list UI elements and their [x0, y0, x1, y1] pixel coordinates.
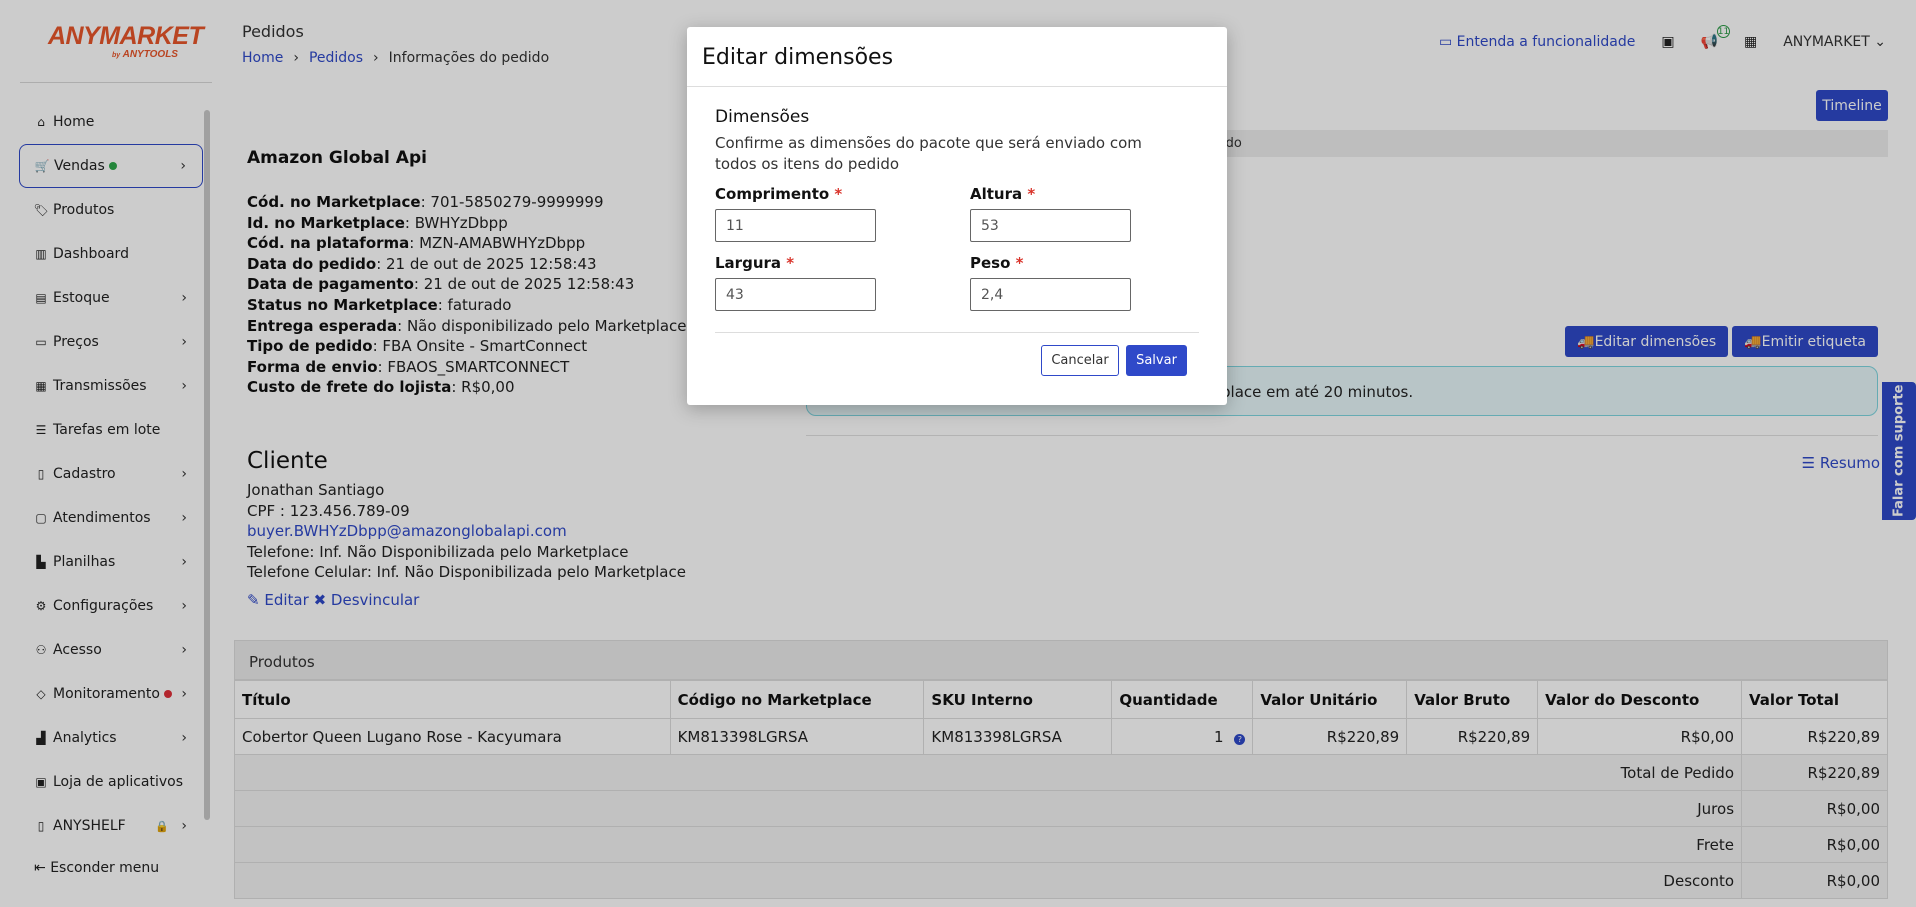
weight-input[interactable]	[970, 278, 1131, 311]
weight-field: Peso *	[970, 254, 1132, 311]
length-field: Comprimento *	[715, 185, 877, 242]
modal-section-title: Dimensões	[715, 107, 810, 127]
modal-footer-divider	[715, 332, 1199, 333]
edit-dimensions-modal: Editar dimensões Dimensões Confirme as d…	[687, 27, 1227, 405]
width-field: Largura *	[715, 254, 877, 311]
width-label: Largura *	[715, 254, 795, 272]
length-label: Comprimento *	[715, 185, 843, 203]
modal-body: Dimensões Confirme as dimensões do pacot…	[715, 107, 1199, 175]
width-input[interactable]	[715, 278, 876, 311]
weight-label: Peso *	[970, 254, 1024, 272]
cancel-button[interactable]: Cancelar	[1041, 345, 1119, 376]
height-field: Altura *	[970, 185, 1132, 242]
length-input[interactable]	[715, 209, 876, 242]
modal-divider	[687, 86, 1227, 87]
height-label: Altura *	[970, 185, 1036, 203]
modal-description: Confirme as dimensões do pacote que será…	[715, 134, 1142, 173]
height-input[interactable]	[970, 209, 1131, 242]
save-button[interactable]: Salvar	[1126, 345, 1187, 376]
modal-title: Editar dimensões	[702, 45, 894, 70]
